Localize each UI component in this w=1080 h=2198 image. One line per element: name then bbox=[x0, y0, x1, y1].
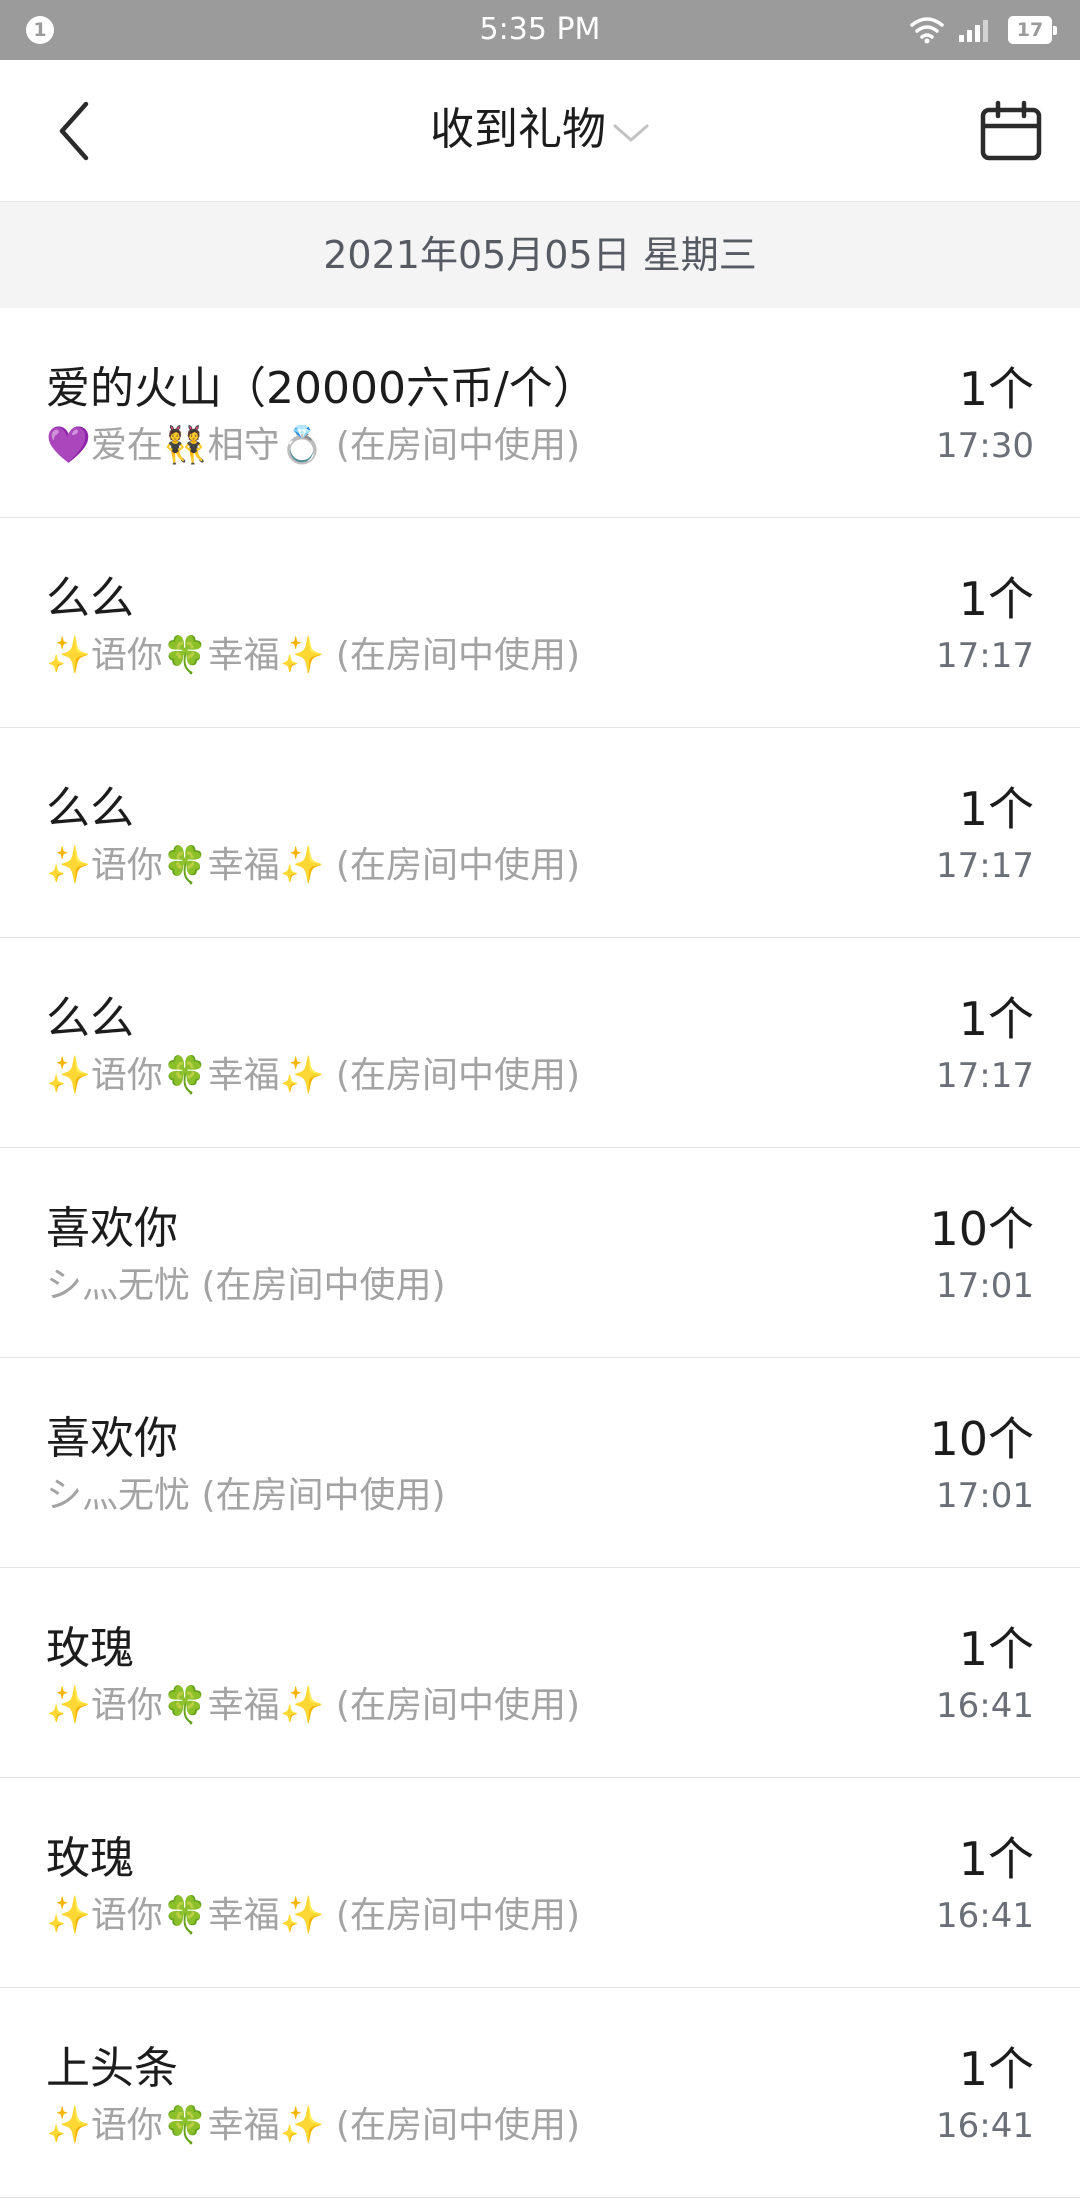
gift-name: 上头条 bbox=[46, 2043, 178, 2094]
gift-sender: ✨语你🍀幸福✨ (在房间中使用) bbox=[46, 1685, 581, 1726]
gift-row[interactable]: 玫瑰 ✨语你🍀幸福✨ (在房间中使用) 1个 16:41 bbox=[0, 1778, 1080, 1988]
nav-bar: 收到礼物 bbox=[0, 60, 1080, 202]
gift-name: 玫瑰 bbox=[46, 1623, 134, 1674]
gift-row[interactable]: 么么 ✨语你🍀幸福✨ (在房间中使用) 1个 17:17 bbox=[0, 518, 1080, 728]
gift-count: 1个 bbox=[958, 362, 1034, 416]
gift-sender: シ灬无忧 (在房间中使用) bbox=[46, 1475, 446, 1516]
gift-count: 10个 bbox=[929, 1412, 1034, 1466]
gift-sender: ✨语你🍀幸福✨ (在房间中使用) bbox=[46, 635, 581, 676]
signal-icon bbox=[958, 17, 994, 43]
gift-name: 么么 bbox=[46, 573, 134, 624]
gift-row[interactable]: 喜欢你 シ灬无忧 (在房间中使用) 10个 17:01 bbox=[0, 1148, 1080, 1358]
gift-row[interactable]: 么么 ✨语你🍀幸福✨ (在房间中使用) 1个 17:17 bbox=[0, 728, 1080, 938]
gift-count: 1个 bbox=[958, 2042, 1034, 2096]
gift-sender: ✨语你🍀幸福✨ (在房间中使用) bbox=[46, 845, 581, 886]
gift-time: 17:17 bbox=[936, 846, 1034, 886]
gift-time: 16:41 bbox=[936, 1686, 1034, 1726]
gift-list: 爱的火山（20000六币/个） 💜爱在👯相守💍 (在房间中使用) 1个 17:3… bbox=[0, 308, 1080, 2198]
gift-time: 17:30 bbox=[936, 426, 1034, 466]
calendar-icon bbox=[980, 100, 1042, 161]
date-header: 2021年05月05日 星期三 bbox=[0, 202, 1080, 308]
gift-count: 1个 bbox=[958, 572, 1034, 626]
gift-sender: ✨语你🍀幸福✨ (在房间中使用) bbox=[46, 1055, 581, 1096]
gift-count: 1个 bbox=[958, 1622, 1034, 1676]
gift-time: 17:01 bbox=[936, 1266, 1034, 1306]
gift-count: 10个 bbox=[929, 1202, 1034, 1256]
gift-count: 1个 bbox=[958, 782, 1034, 836]
status-bar: 1 5:35 PM 17 bbox=[0, 0, 1080, 60]
gift-name: 么么 bbox=[46, 783, 134, 834]
page-title: 收到礼物 bbox=[430, 104, 606, 155]
title-dropdown[interactable]: 收到礼物 bbox=[0, 100, 1080, 160]
gift-name: 喜欢你 bbox=[46, 1413, 178, 1464]
gift-sender: ✨语你🍀幸福✨ (在房间中使用) bbox=[46, 1895, 581, 1936]
gift-name: 玫瑰 bbox=[46, 1833, 134, 1884]
battery-icon: 17 bbox=[1008, 16, 1057, 44]
status-icons: 17 bbox=[910, 13, 1057, 47]
gift-time: 17:17 bbox=[936, 1056, 1034, 1096]
gift-row[interactable]: 爱的火山（20000六币/个） 💜爱在👯相守💍 (在房间中使用) 1个 17:3… bbox=[0, 308, 1080, 518]
gift-sender: ✨语你🍀幸福✨ (在房间中使用) bbox=[46, 2105, 581, 2146]
gift-row[interactable]: 喜欢你 シ灬无忧 (在房间中使用) 10个 17:01 bbox=[0, 1358, 1080, 1568]
gift-time: 16:41 bbox=[936, 1896, 1034, 1936]
gift-count: 1个 bbox=[958, 1832, 1034, 1886]
gift-row[interactable]: 上头条 ✨语你🍀幸福✨ (在房间中使用) 1个 16:41 bbox=[0, 1988, 1080, 2198]
gift-name: 喜欢你 bbox=[46, 1203, 178, 1254]
chevron-down-icon bbox=[613, 124, 649, 142]
wifi-icon bbox=[910, 16, 944, 44]
gift-name: 爱的火山（20000六币/个） bbox=[46, 363, 597, 414]
gift-count: 1个 bbox=[958, 992, 1034, 1046]
gift-row[interactable]: 么么 ✨语你🍀幸福✨ (在房间中使用) 1个 17:17 bbox=[0, 938, 1080, 1148]
gift-time: 17:01 bbox=[936, 1476, 1034, 1516]
gift-row[interactable]: 玫瑰 ✨语你🍀幸福✨ (在房间中使用) 1个 16:41 bbox=[0, 1568, 1080, 1778]
gift-sender: シ灬无忧 (在房间中使用) bbox=[46, 1265, 446, 1306]
gift-name: 么么 bbox=[46, 993, 134, 1044]
gift-time: 16:41 bbox=[936, 2106, 1034, 2146]
gift-time: 17:17 bbox=[936, 636, 1034, 676]
gift-sender: 💜爱在👯相守💍 (在房间中使用) bbox=[46, 425, 581, 466]
calendar-button[interactable] bbox=[978, 98, 1044, 164]
